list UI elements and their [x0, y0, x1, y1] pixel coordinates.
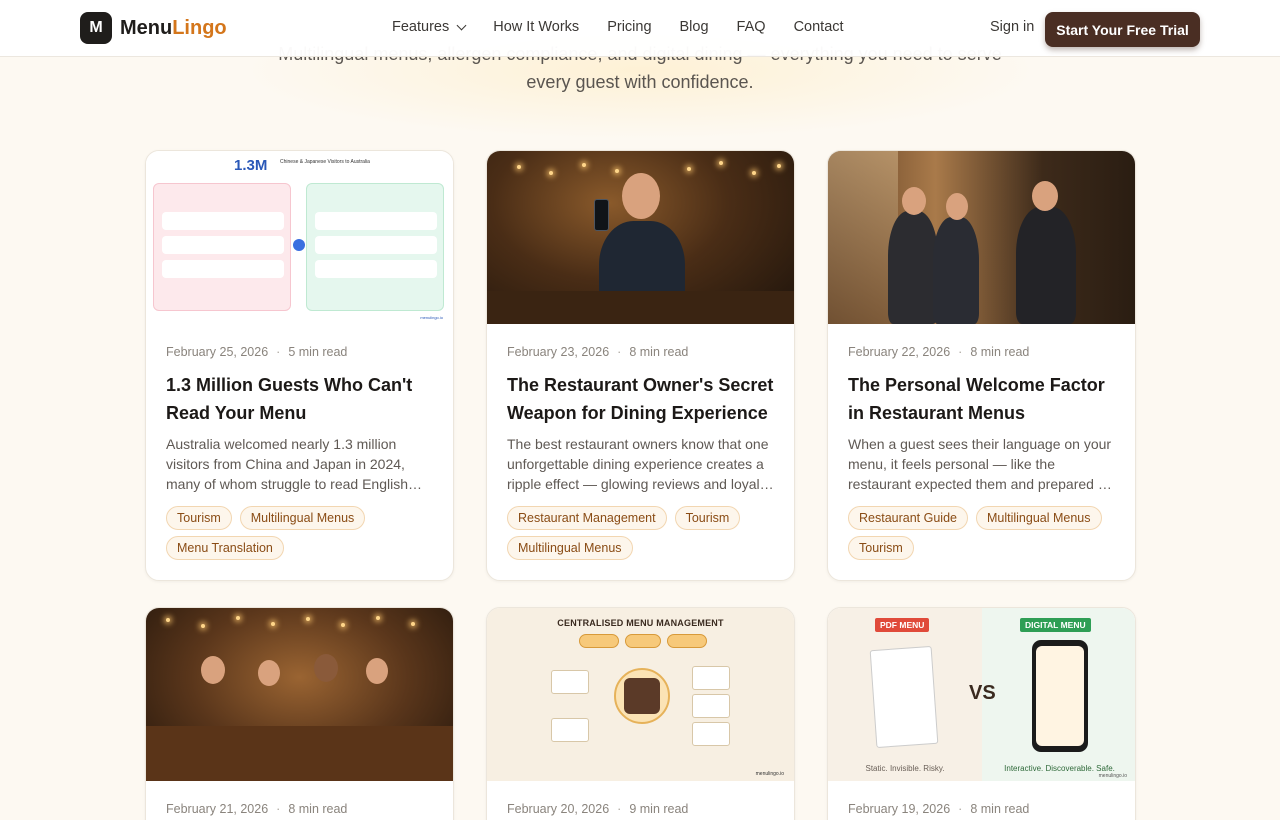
post-date: February 23, 2026	[507, 345, 610, 359]
logo-text-main: Menu	[120, 16, 173, 39]
post-title[interactable]: The Personal Welcome Factor in Restauran…	[848, 371, 1115, 427]
read-time: 9 min read	[629, 802, 689, 816]
post-excerpt: The best restaurant owners know that one…	[507, 436, 769, 492]
post-meta: February 23, 2026 · 8 min read	[507, 345, 774, 359]
phone-icon	[1032, 640, 1088, 752]
post-excerpt: When a guest sees their language on your…	[848, 436, 1115, 492]
logo-mark: M	[80, 12, 112, 44]
post-meta: February 22, 2026 · 8 min read	[848, 345, 1115, 359]
image-pane-problem	[153, 183, 291, 311]
image-footer-right: Interactive. Discoverable. Safe.	[1004, 764, 1115, 773]
image-label-digital: DIGITAL MENU	[1020, 618, 1091, 632]
tag-list: Restaurant Guide Multilingual Menus Tour…	[848, 506, 1115, 560]
chevron-down-icon	[456, 20, 467, 30]
image-title: CENTRALISED MENU MANAGEMENT	[557, 618, 724, 628]
card-image-restaurant-owner	[487, 151, 794, 324]
read-time: 5 min read	[288, 345, 348, 359]
site-header: M MenuLingo Features How It Works Pricin…	[0, 0, 1280, 57]
tag-list: Restaurant Management Tourism Multilingu…	[507, 506, 774, 560]
hero-subtitle-line2: every guest with confidence.	[526, 72, 754, 92]
nav-blog[interactable]: Blog	[680, 19, 709, 35]
string-lights	[146, 608, 453, 648]
tag[interactable]: Multilingual Menus	[975, 506, 1102, 530]
tag[interactable]: Restaurant Management	[507, 506, 667, 530]
read-time: 8 min read	[970, 345, 1030, 359]
read-time: 8 min read	[970, 802, 1030, 816]
arrow-icon	[293, 239, 305, 251]
separator-dot: ·	[617, 345, 622, 359]
nav-faq[interactable]: FAQ	[737, 19, 766, 35]
nav-how-it-works[interactable]: How It Works	[493, 19, 579, 35]
tag[interactable]: Tourism	[166, 506, 232, 530]
image-big-number: 1.3M	[234, 157, 268, 174]
post-meta: February 21, 2026 · 8 min read	[166, 802, 433, 816]
tag[interactable]: Restaurant Guide	[848, 506, 968, 530]
post-title[interactable]: 1.3 Million Guests Who Can't Read Your M…	[166, 371, 433, 427]
phone-icon	[594, 199, 609, 231]
card-image-pdf-vs-digital: PDF MENU DIGITAL MENU VS Static. Invisib…	[828, 608, 1135, 781]
post-meta: February 19, 2026 · 8 min read	[848, 802, 1115, 816]
sign-in-link[interactable]: Sign in	[990, 19, 1034, 35]
blog-card[interactable]: 1.3M Chinese & Japanese Visitors to Aust…	[145, 150, 454, 581]
separator-dot: ·	[958, 345, 963, 359]
central-hub-icon	[614, 668, 670, 724]
image-watermark: menulingo.io	[1098, 773, 1127, 779]
image-label-pdf: PDF MENU	[875, 618, 930, 632]
tag[interactable]: Menu Translation	[166, 536, 284, 560]
logo-text-accent: Lingo	[172, 16, 227, 39]
post-date: February 22, 2026	[848, 345, 951, 359]
nav-features[interactable]: Features	[392, 19, 467, 35]
nav-contact[interactable]: Contact	[794, 19, 844, 35]
tag[interactable]: Multilingual Menus	[239, 506, 366, 530]
tag[interactable]: Multilingual Menus	[507, 536, 633, 560]
tag[interactable]: Tourism	[848, 536, 914, 560]
post-excerpt: Australia welcomed nearly 1.3 million vi…	[166, 436, 409, 492]
separator-dot: ·	[276, 345, 281, 359]
nav-features-label: Features	[392, 19, 450, 35]
image-watermark: menulingo.io	[420, 315, 443, 320]
post-date: February 20, 2026	[507, 802, 610, 816]
image-watermark: menulingo.io	[755, 771, 784, 777]
post-meta: February 20, 2026 · 9 min read	[507, 802, 774, 816]
post-date: February 25, 2026	[166, 345, 269, 359]
read-time: 8 min read	[629, 345, 689, 359]
chef-head	[622, 173, 660, 219]
card-image-handshake	[828, 151, 1135, 324]
card-image-diners	[146, 608, 453, 781]
blog-card[interactable]: PDF MENU DIGITAL MENU VS Static. Invisib…	[827, 607, 1136, 820]
read-time: 8 min read	[288, 802, 348, 816]
post-meta: February 25, 2026 · 5 min read	[166, 345, 433, 359]
blog-card[interactable]: February 21, 2026 · 8 min read	[145, 607, 454, 820]
start-free-trial-button[interactable]: Start Your Free Trial	[1045, 12, 1200, 47]
nav-pricing[interactable]: Pricing	[607, 19, 651, 35]
post-title[interactable]: The Restaurant Owner's Secret Weapon for…	[507, 371, 774, 427]
tag-list: Tourism Multilingual Menus Menu Translat…	[166, 506, 433, 560]
logo-text: MenuLingo	[120, 17, 227, 40]
image-footer-left: Static. Invisible. Risky.	[865, 764, 945, 773]
separator-dot: ·	[617, 802, 622, 816]
blog-card[interactable]: CENTRALISED MENU MANAGEMENT menulingo.io…	[486, 607, 795, 820]
image-caption: Chinese & Japanese Visitors to Australia	[280, 159, 370, 165]
image-vs: VS	[969, 682, 996, 704]
main-nav: Features How It Works Pricing Blog FAQ C…	[392, 19, 844, 35]
post-date: February 21, 2026	[166, 802, 269, 816]
tag[interactable]: Tourism	[674, 506, 741, 530]
image-pane-solution	[306, 183, 444, 311]
blog-card[interactable]: February 23, 2026 · 8 min read The Resta…	[486, 150, 795, 581]
separator-dot: ·	[958, 802, 963, 816]
post-date: February 19, 2026	[848, 802, 951, 816]
card-image-centralised-menu: CENTRALISED MENU MANAGEMENT menulingo.io	[487, 608, 794, 781]
card-image-statistics: 1.3M Chinese & Japanese Visitors to Aust…	[146, 151, 453, 324]
separator-dot: ·	[276, 802, 281, 816]
pdf-document-icon	[869, 645, 939, 749]
blog-card[interactable]: February 22, 2026 · 8 min read The Perso…	[827, 150, 1136, 581]
logo[interactable]: M MenuLingo	[80, 12, 227, 44]
